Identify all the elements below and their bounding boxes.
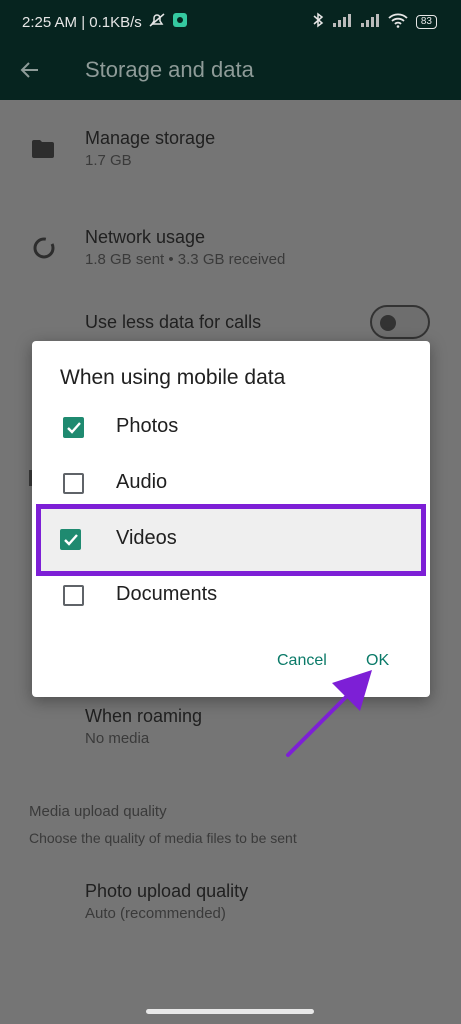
battery-icon: 83 (415, 15, 437, 29)
back-arrow-icon[interactable] (18, 58, 42, 82)
media-upload-section-title: Media upload quality (29, 803, 167, 820)
checkbox-checked-icon[interactable] (60, 529, 81, 550)
use-less-data-title[interactable]: Use less data for calls (85, 312, 261, 333)
option-label: Videos (116, 527, 177, 549)
checkbox-unchecked-icon[interactable] (63, 473, 84, 494)
page-title: Storage and data (85, 57, 254, 82)
checkbox-unchecked-icon[interactable] (63, 585, 84, 606)
signal-icon (332, 13, 352, 31)
gesture-bar (146, 1009, 314, 1014)
highlight-box: Videos (36, 504, 426, 576)
status-time: 2:25 AM | 0.1KB/s (22, 13, 142, 31)
use-less-data-toggle[interactable] (370, 305, 430, 339)
media-upload-section-subtitle: Choose the quality of media files to be … (29, 830, 297, 846)
signal-icon-2 (360, 13, 380, 31)
dialog-title: When using mobile data (60, 366, 286, 389)
app-notification-icon (172, 12, 188, 32)
app-bar: Storage and data (0, 44, 461, 100)
photo-upload-subtitle: Auto (recommended) (85, 905, 226, 922)
wifi-icon (388, 12, 408, 32)
data-usage-icon (32, 236, 56, 260)
checkbox-checked-icon[interactable] (63, 417, 84, 438)
when-roaming-title[interactable]: When roaming (85, 706, 202, 727)
when-roaming-subtitle: No media (85, 730, 150, 747)
bluetooth-icon (312, 12, 324, 32)
pointer-arrow-icon (286, 670, 372, 757)
option-videos[interactable]: Videos (32, 512, 430, 568)
manage-storage-title[interactable]: Manage storage (85, 128, 215, 149)
network-usage-title[interactable]: Network usage (85, 227, 205, 248)
option-photos[interactable]: Photos (32, 400, 430, 456)
option-label: Documents (116, 583, 218, 605)
folder-icon (31, 139, 55, 159)
status-bar: 2:25 AM | 0.1KB/s 83 (0, 0, 461, 44)
photo-upload-title[interactable]: Photo upload quality (85, 881, 248, 902)
option-label: Audio (116, 471, 168, 493)
mute-icon (148, 12, 166, 32)
option-label: Photos (116, 415, 179, 437)
option-documents[interactable]: Documents (32, 568, 430, 624)
network-usage-subtitle: 1.8 GB sent • 3.3 GB received (85, 251, 286, 268)
manage-storage-subtitle: 1.7 GB (85, 152, 132, 169)
